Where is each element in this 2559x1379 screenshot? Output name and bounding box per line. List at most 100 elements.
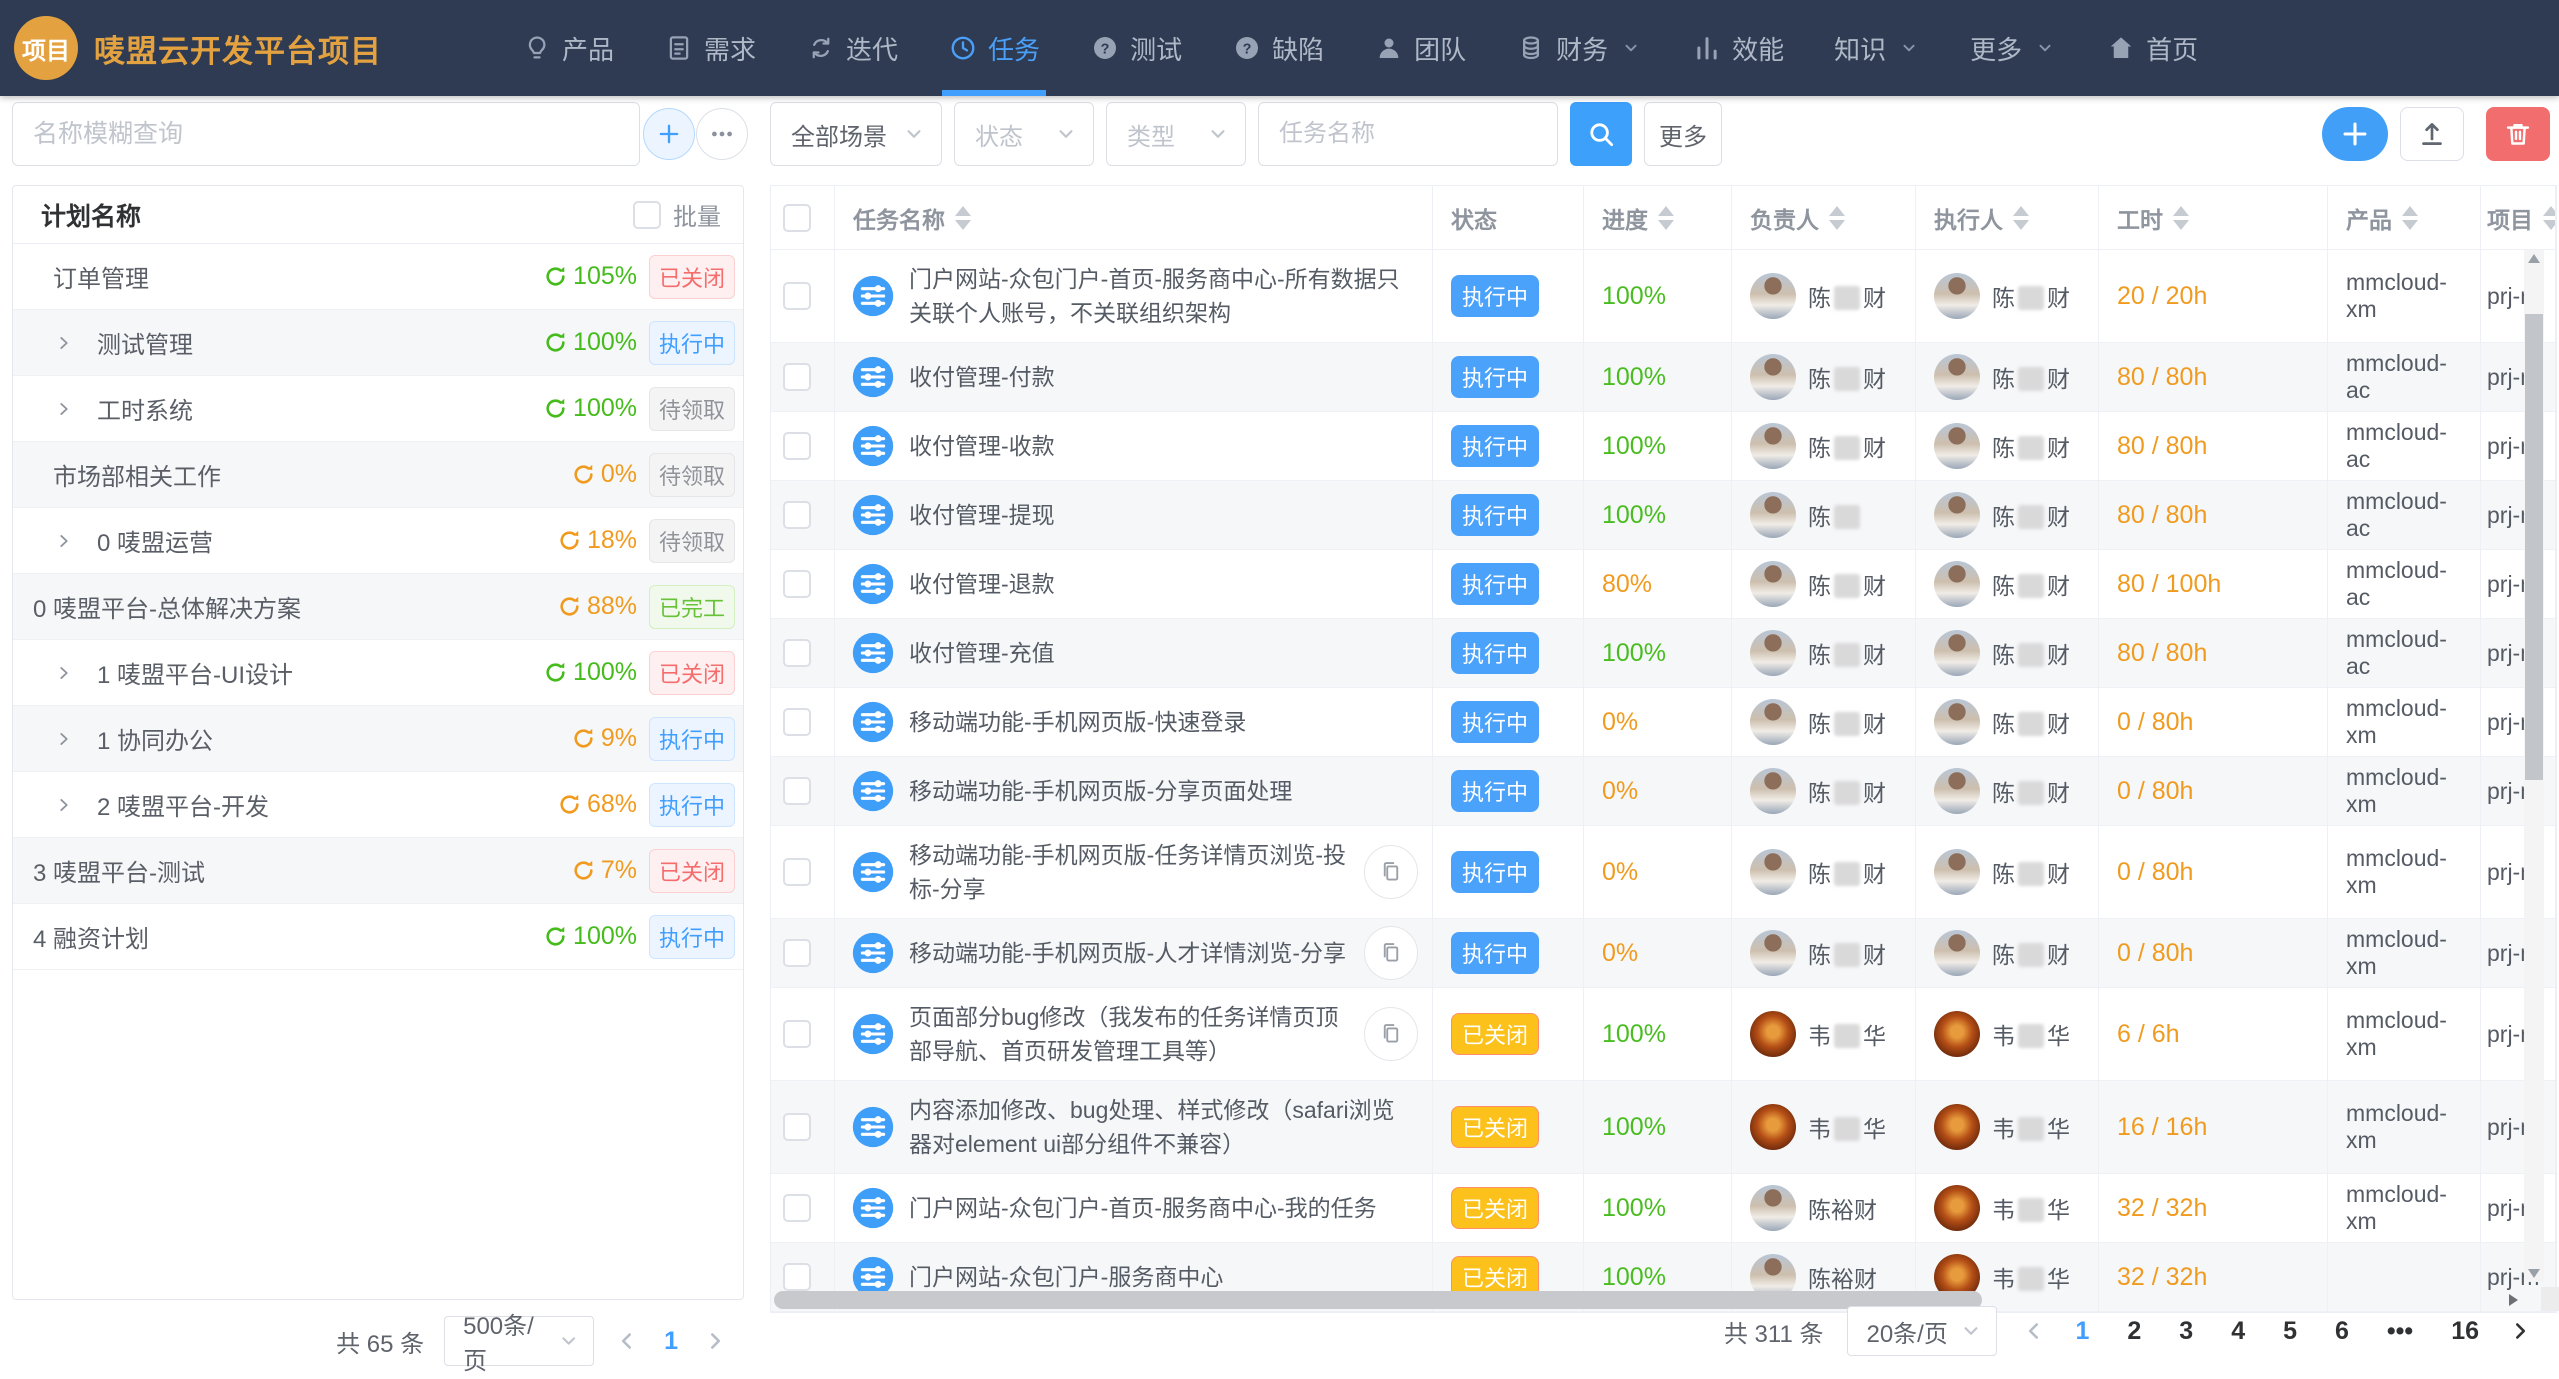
page-number-4[interactable]: 4	[2227, 1317, 2249, 1346]
expand-chevron-icon[interactable]	[53, 728, 75, 750]
nav-item-缺陷[interactable]: ?缺陷	[1232, 0, 1324, 96]
column-header-项目[interactable]: 项目	[2481, 186, 2556, 250]
nav-item-效能[interactable]: 效能	[1692, 0, 1784, 96]
sort-icon[interactable]	[955, 206, 971, 230]
task-name-cell[interactable]: 门户网站-众包门户-首页-服务商中心-所有数据只关联个人账号，不关联组织架构	[835, 250, 1433, 343]
plan-next-page-button[interactable]	[702, 1328, 728, 1354]
add-task-button[interactable]	[2322, 107, 2388, 161]
scroll-up-arrow-icon[interactable]	[2528, 254, 2540, 263]
status-filter-select[interactable]: 状态	[954, 102, 1094, 166]
nav-item-财务[interactable]: 财务	[1516, 0, 1642, 96]
task-name-cell[interactable]: 移动端功能-手机网页版-任务详情页浏览-投标-分享	[835, 826, 1433, 919]
sort-icon[interactable]	[1829, 206, 1845, 230]
row-checkbox[interactable]	[783, 858, 811, 886]
page-number-2[interactable]: 2	[2123, 1317, 2145, 1346]
nav-item-知识[interactable]: 知识	[1834, 0, 1920, 96]
task-prev-page-button[interactable]	[2021, 1318, 2047, 1344]
task-next-page-button[interactable]	[2507, 1318, 2533, 1344]
more-filters-button[interactable]: 更多	[1644, 102, 1722, 166]
row-checkbox[interactable]	[783, 1113, 811, 1141]
plan-list-item[interactable]: 0 唛盟运营18%待领取	[13, 508, 743, 574]
task-page-size-select[interactable]: 20条/页	[1847, 1306, 1997, 1356]
plan-more-button[interactable]	[696, 108, 748, 160]
row-checkbox[interactable]	[783, 639, 811, 667]
task-name-cell[interactable]: 移动端功能-手机网页版-快速登录	[835, 688, 1433, 757]
row-checkbox[interactable]	[783, 432, 811, 460]
column-header-执行人[interactable]: 执行人	[1916, 186, 2099, 250]
plan-list-item[interactable]: 2 唛盟平台-开发68%执行中	[13, 772, 743, 838]
task-name-cell[interactable]: 收付管理-提现	[835, 481, 1433, 550]
sort-icon[interactable]	[2173, 206, 2189, 230]
row-checkbox[interactable]	[783, 501, 811, 529]
nav-item-需求[interactable]: 需求	[664, 0, 756, 96]
task-name-cell[interactable]: 收付管理-退款	[835, 550, 1433, 619]
task-name-cell[interactable]: 收付管理-付款	[835, 343, 1433, 412]
nav-item-产品[interactable]: 产品	[522, 0, 614, 96]
row-checkbox[interactable]	[783, 363, 811, 391]
task-name-cell[interactable]: 内容添加修改、bug处理、样式修改（safari浏览器对element ui部分…	[835, 1081, 1433, 1174]
nav-item-首页[interactable]: 首页	[2106, 0, 2198, 96]
copy-task-button[interactable]	[1364, 1007, 1418, 1061]
export-button[interactable]	[2400, 107, 2464, 161]
page-number-3[interactable]: 3	[2175, 1317, 2197, 1346]
page-number-16[interactable]: 16	[2447, 1317, 2483, 1346]
task-name-cell[interactable]: 收付管理-收款	[835, 412, 1433, 481]
task-name-cell[interactable]: 收付管理-充值	[835, 619, 1433, 688]
expand-chevron-icon[interactable]	[53, 662, 75, 684]
scene-select[interactable]: 全部场景	[770, 102, 942, 166]
column-header-工时[interactable]: 工时	[2099, 186, 2328, 250]
row-checkbox[interactable]	[783, 570, 811, 598]
column-header-进度[interactable]: 进度	[1584, 186, 1732, 250]
copy-task-button[interactable]	[1364, 926, 1418, 980]
row-checkbox[interactable]	[783, 282, 811, 310]
nav-item-团队[interactable]: 团队	[1374, 0, 1466, 96]
expand-chevron-icon[interactable]	[53, 332, 75, 354]
task-name-cell[interactable]: 门户网站-众包门户-首页-服务商中心-我的任务	[835, 1174, 1433, 1243]
column-header-产品[interactable]: 产品	[2328, 186, 2481, 250]
nav-item-任务[interactable]: 任务	[948, 0, 1040, 96]
nav-item-测试[interactable]: ?测试	[1090, 0, 1182, 96]
plan-list-item[interactable]: 4 融资计划100%执行中	[13, 904, 743, 970]
plan-list-item[interactable]: 工时系统100%待领取	[13, 376, 743, 442]
row-checkbox[interactable]	[783, 708, 811, 736]
nav-item-更多[interactable]: 更多	[1970, 0, 2056, 96]
sort-icon[interactable]	[1658, 206, 1674, 230]
scroll-down-arrow-icon[interactable]	[2528, 1269, 2540, 1278]
task-name-cell[interactable]: 移动端功能-手机网页版-人才详情浏览-分享	[835, 919, 1433, 988]
page-number-1[interactable]: 1	[2071, 1317, 2093, 1346]
page-number-6[interactable]: 6	[2331, 1317, 2353, 1346]
type-filter-select[interactable]: 类型	[1106, 102, 1246, 166]
row-checkbox[interactable]	[783, 1194, 811, 1222]
scroll-right-arrow-icon[interactable]	[2509, 1294, 2518, 1306]
sort-icon[interactable]	[2543, 206, 2556, 230]
plan-search-input[interactable]	[12, 102, 640, 166]
task-name-cell[interactable]: 移动端功能-手机网页版-分享页面处理	[835, 757, 1433, 826]
plan-list-item[interactable]: 0 唛盟平台-总体解决方案88%已完工	[13, 574, 743, 640]
nav-item-迭代[interactable]: 迭代	[806, 0, 898, 96]
expand-chevron-icon[interactable]	[53, 530, 75, 552]
plan-list-item[interactable]: 1 唛盟平台-UI设计100%已关闭	[13, 640, 743, 706]
vertical-scrollbar-thumb[interactable]	[2525, 314, 2543, 780]
task-name-input[interactable]	[1258, 102, 1558, 166]
expand-chevron-icon[interactable]	[53, 794, 75, 816]
plan-list-item[interactable]: 市场部相关工作0%待领取	[13, 442, 743, 508]
search-button[interactable]	[1570, 102, 1632, 166]
plan-list-item[interactable]: 测试管理100%执行中	[13, 310, 743, 376]
sort-icon[interactable]	[2013, 206, 2029, 230]
task-name-cell[interactable]: 页面部分bug修改（我发布的任务详情页顶部导航、首页研发管理工具等）	[835, 988, 1433, 1081]
plan-page-1[interactable]: 1	[660, 1327, 682, 1356]
copy-task-button[interactable]	[1364, 845, 1418, 899]
batch-checkbox[interactable]	[633, 201, 661, 229]
add-plan-button[interactable]	[643, 108, 695, 160]
row-checkbox[interactable]	[783, 939, 811, 967]
column-header-任务名称[interactable]: 任务名称	[835, 186, 1433, 250]
expand-chevron-icon[interactable]	[53, 398, 75, 420]
plan-list-item[interactable]: 1 协同办公9%执行中	[13, 706, 743, 772]
plan-page-size-select[interactable]: 500条/页	[444, 1316, 594, 1366]
column-header-状态[interactable]: 状态	[1433, 186, 1584, 250]
plan-prev-page-button[interactable]	[614, 1328, 640, 1354]
select-all-checkbox[interactable]	[783, 204, 811, 232]
row-checkbox[interactable]	[783, 1263, 811, 1291]
delete-button[interactable]	[2486, 107, 2550, 161]
row-checkbox[interactable]	[783, 1020, 811, 1048]
